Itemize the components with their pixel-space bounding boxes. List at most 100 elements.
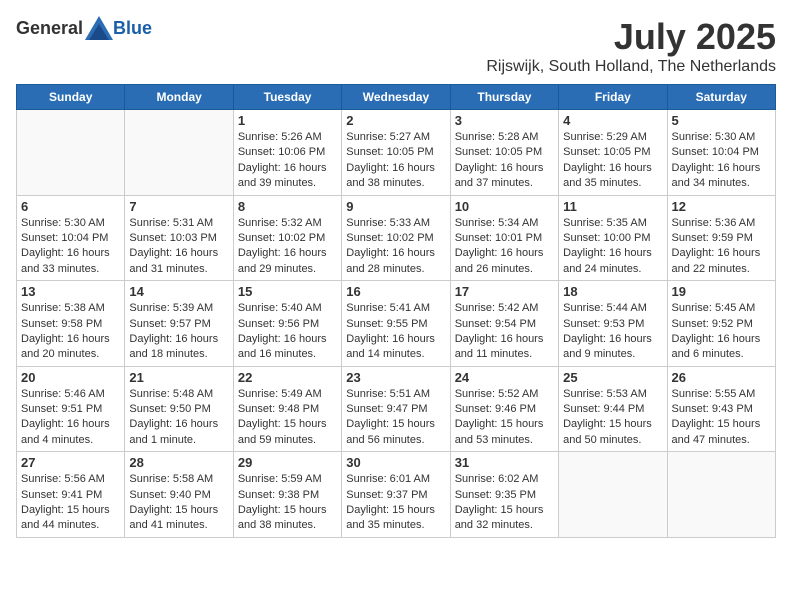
day-cell: 18 Sunrise: 5:44 AM Sunset: 9:53 PM Dayli…	[559, 281, 667, 367]
logo-icon	[85, 16, 113, 40]
day-number: 10	[455, 199, 554, 214]
day-cell: 16Sunrise: 5:41 AM Sunset: 9:55 PM Dayli…	[342, 281, 450, 367]
day-header-sunday: Sunday	[17, 85, 125, 110]
day-info: Sunrise: 5:39 AM Sunset: 9:57 PM Dayligh…	[129, 301, 228, 363]
day-info: Sunrise: 5:36 AM Sunset: 9:59 PM Dayligh…	[672, 216, 771, 278]
day-info: Sunrise: 5:30 AM Sunset: 10:04 PM Daylig…	[21, 216, 120, 278]
day-info: Sunrise: 5:48 AM Sunset: 9:50 PM Dayligh…	[129, 387, 228, 449]
day-info: Sunrise: 5:30 AM Sunset: 10:04 PM Daylig…	[672, 130, 771, 192]
day-cell: 9 Sunrise: 5:33 AM Sunset: 10:02 PM Dayli…	[342, 195, 450, 281]
day-number: 18	[563, 284, 662, 299]
day-number: 20	[21, 370, 120, 385]
day-number: 25	[563, 370, 662, 385]
day-cell	[559, 452, 667, 538]
day-cell: 5 Sunrise: 5:30 AM Sunset: 10:04 PM Dayli…	[667, 110, 775, 196]
day-number: 27	[21, 455, 120, 470]
day-number: 16	[346, 284, 445, 299]
day-info: Sunrise: 5:38 AM Sunset: 9:58 PM Dayligh…	[21, 301, 120, 363]
day-info: Sunrise: 5:56 AM Sunset: 9:41 PM Dayligh…	[21, 472, 120, 534]
day-cell: 14 Sunrise: 5:39 AM Sunset: 9:57 PM Dayli…	[125, 281, 233, 367]
day-info: Sunrise: 5:34 AM Sunset: 10:01 PM Daylig…	[455, 216, 554, 278]
day-info: Sunrise: 5:33 AM Sunset: 10:02 PM Daylig…	[346, 216, 445, 278]
day-cell: 26 Sunrise: 5:55 AM Sunset: 9:43 PM Dayli…	[667, 366, 775, 452]
day-cell: 6Sunrise: 5:30 AM Sunset: 10:04 PM Dayli…	[17, 195, 125, 281]
day-info: Sunrise: 5:29 AM Sunset: 10:05 PM Daylig…	[563, 130, 662, 192]
day-info: Sunrise: 5:51 AM Sunset: 9:47 PM Dayligh…	[346, 387, 445, 449]
header-row: SundayMondayTuesdayWednesdayThursdayFrid…	[17, 85, 776, 110]
day-number: 4	[563, 113, 662, 128]
day-number: 7	[129, 199, 228, 214]
day-number: 11	[563, 199, 662, 214]
day-number: 29	[238, 455, 337, 470]
day-header-friday: Friday	[559, 85, 667, 110]
day-info: Sunrise: 5:46 AM Sunset: 9:51 PM Dayligh…	[21, 387, 120, 449]
day-info: Sunrise: 5:58 AM Sunset: 9:40 PM Dayligh…	[129, 472, 228, 534]
day-number: 12	[672, 199, 771, 214]
page-header: General Blue July 2025 Rijswijk, South H…	[16, 16, 776, 76]
day-number: 9	[346, 199, 445, 214]
day-cell: 19Sunrise: 5:45 AM Sunset: 9:52 PM Dayli…	[667, 281, 775, 367]
day-info: Sunrise: 5:35 AM Sunset: 10:00 PM Daylig…	[563, 216, 662, 278]
day-cell: 7 Sunrise: 5:31 AM Sunset: 10:03 PM Dayli…	[125, 195, 233, 281]
day-cell: 27 Sunrise: 5:56 AM Sunset: 9:41 PM Dayli…	[17, 452, 125, 538]
day-number: 5	[672, 113, 771, 128]
day-number: 8	[238, 199, 337, 214]
day-cell: 23 Sunrise: 5:51 AM Sunset: 9:47 PM Dayli…	[342, 366, 450, 452]
day-number: 26	[672, 370, 771, 385]
day-info: Sunrise: 5:44 AM Sunset: 9:53 PM Dayligh…	[563, 301, 662, 363]
day-number: 13	[21, 284, 120, 299]
day-cell: 15 Sunrise: 5:40 AM Sunset: 9:56 PM Dayli…	[233, 281, 341, 367]
day-info: Sunrise: 6:02 AM Sunset: 9:35 PM Dayligh…	[455, 472, 554, 534]
day-cell: 13 Sunrise: 5:38 AM Sunset: 9:58 PM Dayli…	[17, 281, 125, 367]
week-row-4: 20 Sunrise: 5:46 AM Sunset: 9:51 PM Dayli…	[17, 366, 776, 452]
day-cell: 25 Sunrise: 5:53 AM Sunset: 9:44 PM Dayli…	[559, 366, 667, 452]
day-number: 1	[238, 113, 337, 128]
logo-general-text: General	[16, 18, 83, 39]
day-info: Sunrise: 5:53 AM Sunset: 9:44 PM Dayligh…	[563, 387, 662, 449]
day-cell: 10 Sunrise: 5:34 AM Sunset: 10:01 PM Dayl…	[450, 195, 558, 281]
day-info: Sunrise: 6:01 AM Sunset: 9:37 PM Dayligh…	[346, 472, 445, 534]
location-title: Rijswijk, South Holland, The Netherlands	[486, 58, 776, 76]
week-row-1: 1 Sunrise: 5:26 AM Sunset: 10:06 PM Dayli…	[17, 110, 776, 196]
day-header-tuesday: Tuesday	[233, 85, 341, 110]
day-cell: 2 Sunrise: 5:27 AM Sunset: 10:05 PM Dayli…	[342, 110, 450, 196]
logo: General Blue	[16, 16, 152, 40]
day-info: Sunrise: 5:32 AM Sunset: 10:02 PM Daylig…	[238, 216, 337, 278]
day-header-monday: Monday	[125, 85, 233, 110]
day-number: 3	[455, 113, 554, 128]
day-number: 23	[346, 370, 445, 385]
day-header-thursday: Thursday	[450, 85, 558, 110]
day-info: Sunrise: 5:59 AM Sunset: 9:38 PM Dayligh…	[238, 472, 337, 534]
day-cell: 29 Sunrise: 5:59 AM Sunset: 9:38 PM Dayli…	[233, 452, 341, 538]
day-number: 17	[455, 284, 554, 299]
day-cell: 22Sunrise: 5:49 AM Sunset: 9:48 PM Dayli…	[233, 366, 341, 452]
day-number: 21	[129, 370, 228, 385]
title-area: July 2025 Rijswijk, South Holland, The N…	[486, 16, 776, 76]
day-info: Sunrise: 5:52 AM Sunset: 9:46 PM Dayligh…	[455, 387, 554, 449]
day-header-wednesday: Wednesday	[342, 85, 450, 110]
day-number: 31	[455, 455, 554, 470]
day-cell: 28Sunrise: 5:58 AM Sunset: 9:40 PM Dayli…	[125, 452, 233, 538]
day-cell	[17, 110, 125, 196]
day-cell: 8 Sunrise: 5:32 AM Sunset: 10:02 PM Dayli…	[233, 195, 341, 281]
day-info: Sunrise: 5:45 AM Sunset: 9:52 PM Dayligh…	[672, 301, 771, 363]
day-info: Sunrise: 5:28 AM Sunset: 10:05 PM Daylig…	[455, 130, 554, 192]
day-info: Sunrise: 5:26 AM Sunset: 10:06 PM Daylig…	[238, 130, 337, 192]
logo-blue-text: Blue	[113, 18, 152, 39]
week-row-5: 27 Sunrise: 5:56 AM Sunset: 9:41 PM Dayli…	[17, 452, 776, 538]
day-cell: 12 Sunrise: 5:36 AM Sunset: 9:59 PM Dayli…	[667, 195, 775, 281]
day-cell: 20 Sunrise: 5:46 AM Sunset: 9:51 PM Dayli…	[17, 366, 125, 452]
day-info: Sunrise: 5:40 AM Sunset: 9:56 PM Dayligh…	[238, 301, 337, 363]
day-number: 2	[346, 113, 445, 128]
week-row-2: 6Sunrise: 5:30 AM Sunset: 10:04 PM Dayli…	[17, 195, 776, 281]
day-info: Sunrise: 5:55 AM Sunset: 9:43 PM Dayligh…	[672, 387, 771, 449]
day-number: 14	[129, 284, 228, 299]
day-info: Sunrise: 5:31 AM Sunset: 10:03 PM Daylig…	[129, 216, 228, 278]
day-number: 15	[238, 284, 337, 299]
month-title: July 2025	[486, 16, 776, 58]
day-cell	[667, 452, 775, 538]
week-row-3: 13 Sunrise: 5:38 AM Sunset: 9:58 PM Dayli…	[17, 281, 776, 367]
day-info: Sunrise: 5:27 AM Sunset: 10:05 PM Daylig…	[346, 130, 445, 192]
day-cell: 3 Sunrise: 5:28 AM Sunset: 10:05 PM Dayli…	[450, 110, 558, 196]
day-number: 22	[238, 370, 337, 385]
